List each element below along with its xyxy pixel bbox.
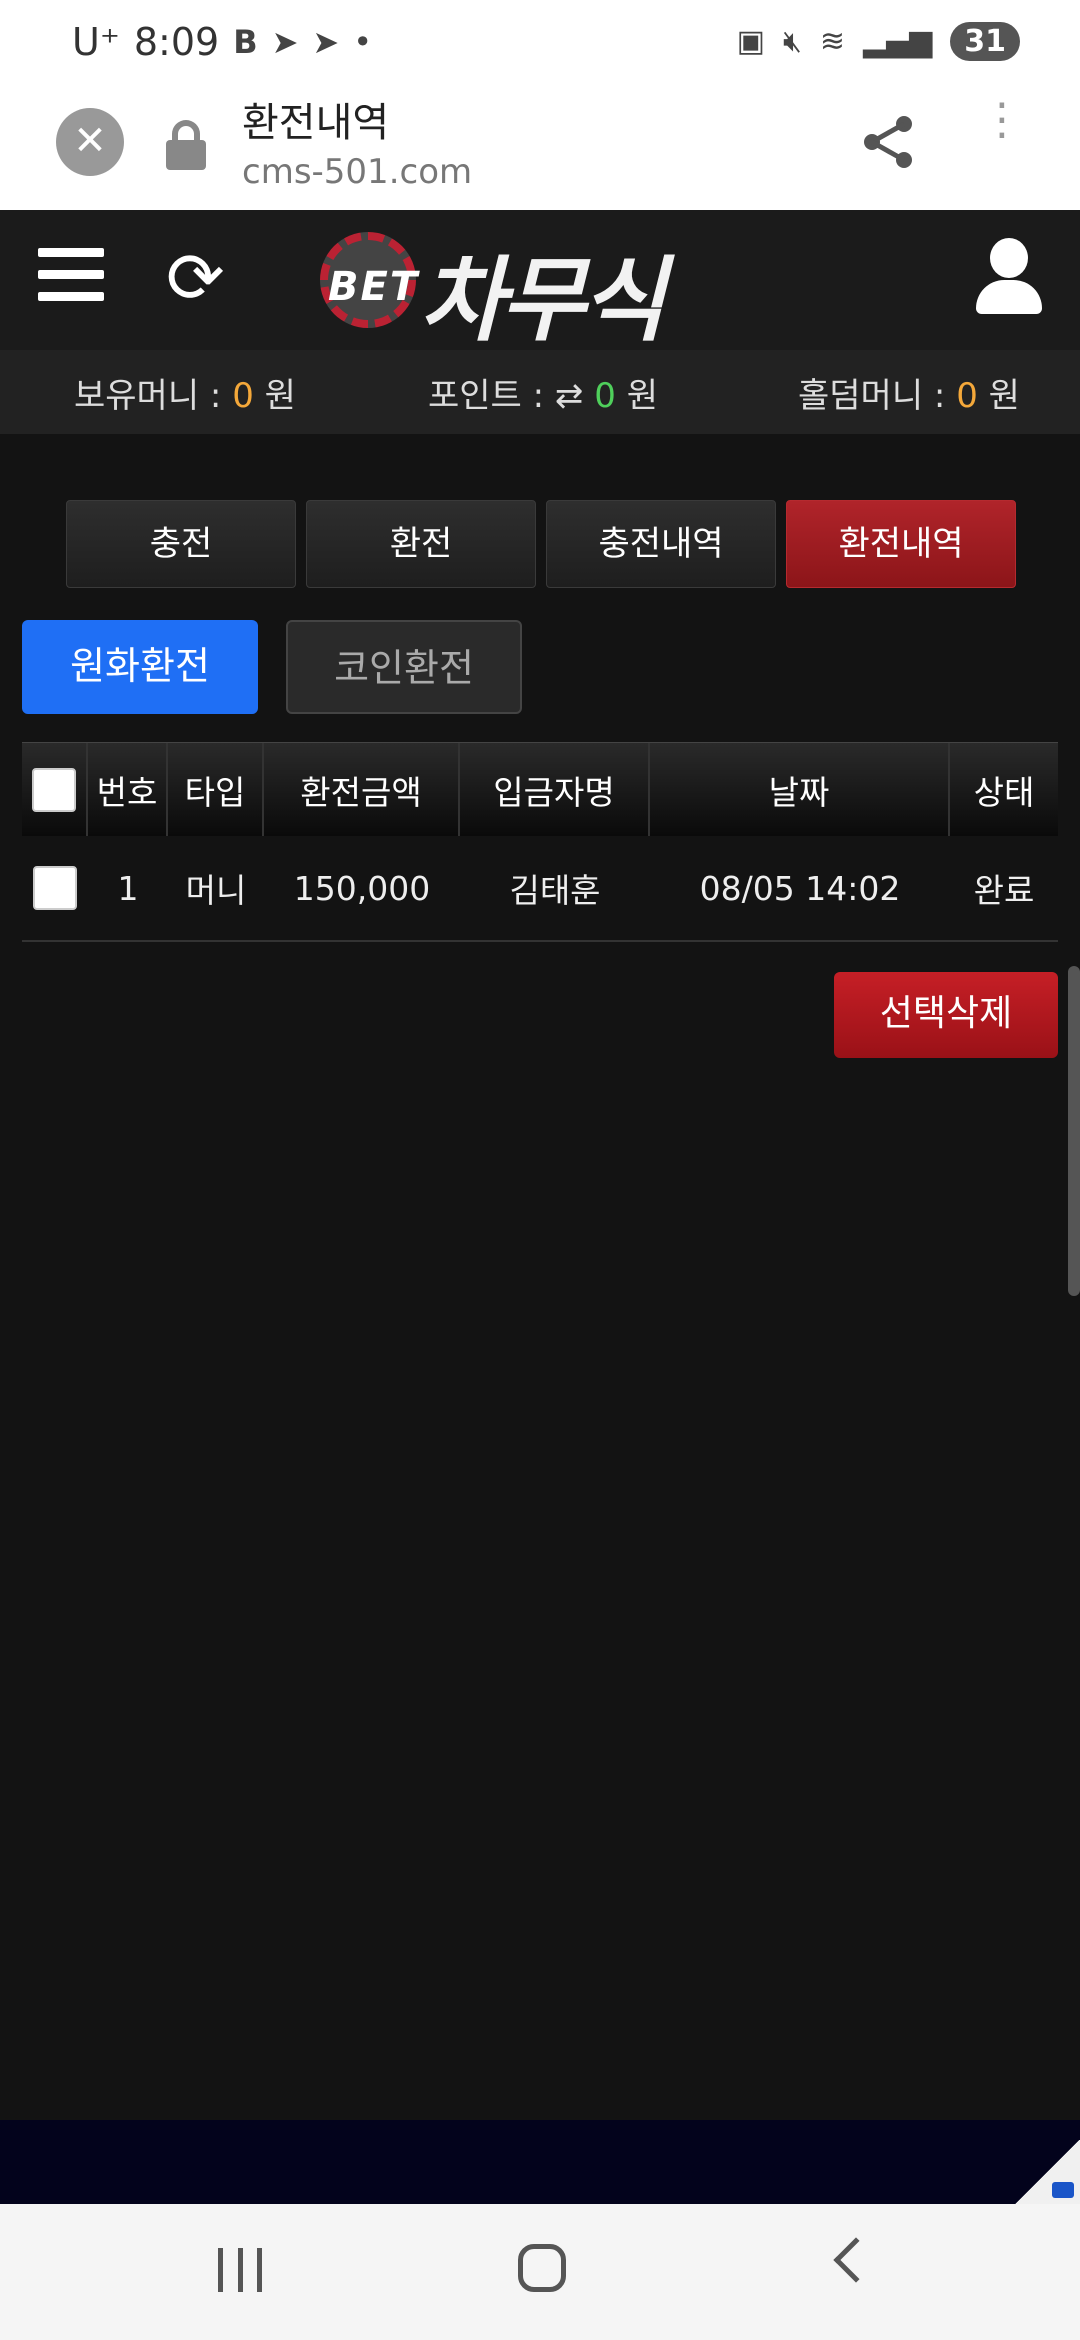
site-header: ⟳ BET 차무식 — [0, 210, 1080, 354]
logo-brand: 차무식 — [420, 247, 666, 354]
holdem-value: 0 — [956, 376, 978, 416]
footer-band — [0, 2120, 1080, 2204]
header-date: 날짜 — [650, 743, 950, 836]
site-logo[interactable]: BET 차무식 — [320, 224, 740, 354]
battery-indicator: 31 — [950, 22, 1020, 61]
main-content: 충전 환전 충전내역 환전내역 원화환전 코인환전 번호 타입 환전금액 입금자… — [0, 434, 1080, 2120]
wifi-icon: ≋ — [819, 24, 846, 59]
currency-subtabs: 원화환전 코인환전 — [22, 620, 522, 714]
row-depositor: 김태훈 — [509, 871, 601, 910]
money-unit: 원 — [264, 376, 296, 416]
table-header: 번호 타입 환전금액 입금자명 날짜 상태 — [22, 742, 1058, 836]
page-scrollbar[interactable] — [1068, 966, 1080, 1296]
home-icon[interactable] — [518, 2244, 566, 2292]
notification-dot-icon: • — [353, 23, 373, 61]
close-icon: ✕ — [73, 118, 107, 164]
row-no: 1 — [117, 868, 139, 908]
select-all-checkbox[interactable] — [32, 767, 76, 812]
balance-bar: 보유머니 : 0 원 포인트 : ⇄ 0 원 홀덤머니 : 0 원 — [0, 350, 1080, 434]
page-url[interactable]: cms-501.com — [242, 152, 472, 192]
tab-withdraw[interactable]: 환전 — [306, 500, 536, 588]
carrier-label: U⁺ — [72, 20, 120, 64]
delete-selected-button[interactable]: 선택삭제 — [834, 972, 1058, 1058]
holdem-unit: 원 — [988, 376, 1020, 416]
page-title: 환전내역 — [242, 100, 390, 146]
row-date: 08/05 14:02 — [699, 868, 901, 908]
more-options-icon[interactable]: ⋮ — [980, 98, 1024, 142]
holdem-label: 홀덤머니 : — [798, 376, 946, 416]
back-icon[interactable] — [833, 2237, 879, 2283]
money-value: 0 — [232, 376, 254, 416]
point-unit: 원 — [626, 376, 658, 416]
subtab-coin-withdraw[interactable]: 코인환전 — [286, 620, 522, 714]
folder-lock-icon: ▣ — [736, 24, 765, 59]
status-left: U⁺ 8:09 B ➤ ➤ • — [72, 20, 372, 64]
header-amount: 환전금액 — [264, 743, 460, 836]
row-type: 머니 — [185, 871, 247, 910]
row-checkbox-cell — [22, 836, 88, 940]
row-amount: 150,000 — [293, 868, 431, 908]
status-bar: U⁺ 8:09 B ➤ ➤ • ▣ 🔇︎ ≋ ▂▄▆ 31 — [0, 0, 1080, 90]
point-balance: 포인트 : ⇄ 0 원 — [428, 368, 658, 417]
withdraw-history-table: 번호 타입 환전금액 입금자명 날짜 상태 1 머니 150,000 김태훈 0… — [22, 742, 1058, 942]
telegram-icon: ➤ — [271, 23, 299, 61]
point-value: 0 — [594, 376, 616, 416]
header-status: 상태 — [973, 772, 1035, 812]
share-icon[interactable] — [858, 112, 918, 172]
hamburger-menu-icon[interactable] — [38, 248, 104, 304]
tab-deposit[interactable]: 충전 — [66, 500, 296, 588]
lock-icon[interactable] — [166, 120, 206, 170]
clock: 8:09 — [133, 20, 220, 64]
status-right: ▣ 🔇︎ ≋ ▂▄▆ 31 — [737, 22, 1020, 61]
refresh-icon[interactable]: ⟳ — [166, 243, 225, 313]
logo-prefix: BET — [328, 264, 420, 310]
system-nav-bar — [0, 2204, 1080, 2340]
b-app-icon: B — [233, 23, 258, 61]
subtab-krw-withdraw[interactable]: 원화환전 — [22, 620, 258, 714]
holdem-balance: 홀덤머니 : 0 원 — [798, 368, 1020, 417]
header-depositor: 입금자명 — [460, 743, 650, 836]
table-row: 1 머니 150,000 김태훈 08/05 14:02 완료 — [22, 836, 1058, 942]
telegram-icon: ➤ — [312, 23, 340, 61]
main-tabs: 충전 환전 충전내역 환전내역 — [66, 500, 1016, 588]
row-checkbox[interactable] — [33, 866, 77, 910]
recaptcha-badge-icon[interactable] — [1014, 2140, 1080, 2204]
header-type: 타입 — [168, 743, 264, 836]
recent-apps-icon[interactable] — [218, 2248, 262, 2292]
row-status: 완료 — [973, 871, 1035, 910]
point-convert-icon[interactable]: ⇄ — [555, 376, 584, 416]
signal-icon: ▂▄▆ — [863, 24, 933, 59]
user-account-icon[interactable] — [974, 238, 1044, 318]
tab-deposit-history[interactable]: 충전내역 — [546, 500, 776, 588]
browser-toolbar: ✕ 환전내역 cms-501.com ⋮ — [0, 90, 1080, 210]
close-tab-button[interactable]: ✕ — [56, 108, 124, 176]
header-no: 번호 — [88, 743, 168, 836]
money-balance: 보유머니 : 0 원 — [74, 368, 296, 417]
header-checkbox-cell — [22, 743, 88, 836]
tab-withdraw-history[interactable]: 환전내역 — [786, 500, 1016, 588]
point-label: 포인트 : — [428, 376, 545, 416]
mute-icon: 🔇︎ — [782, 24, 802, 59]
money-label: 보유머니 : — [74, 376, 222, 416]
